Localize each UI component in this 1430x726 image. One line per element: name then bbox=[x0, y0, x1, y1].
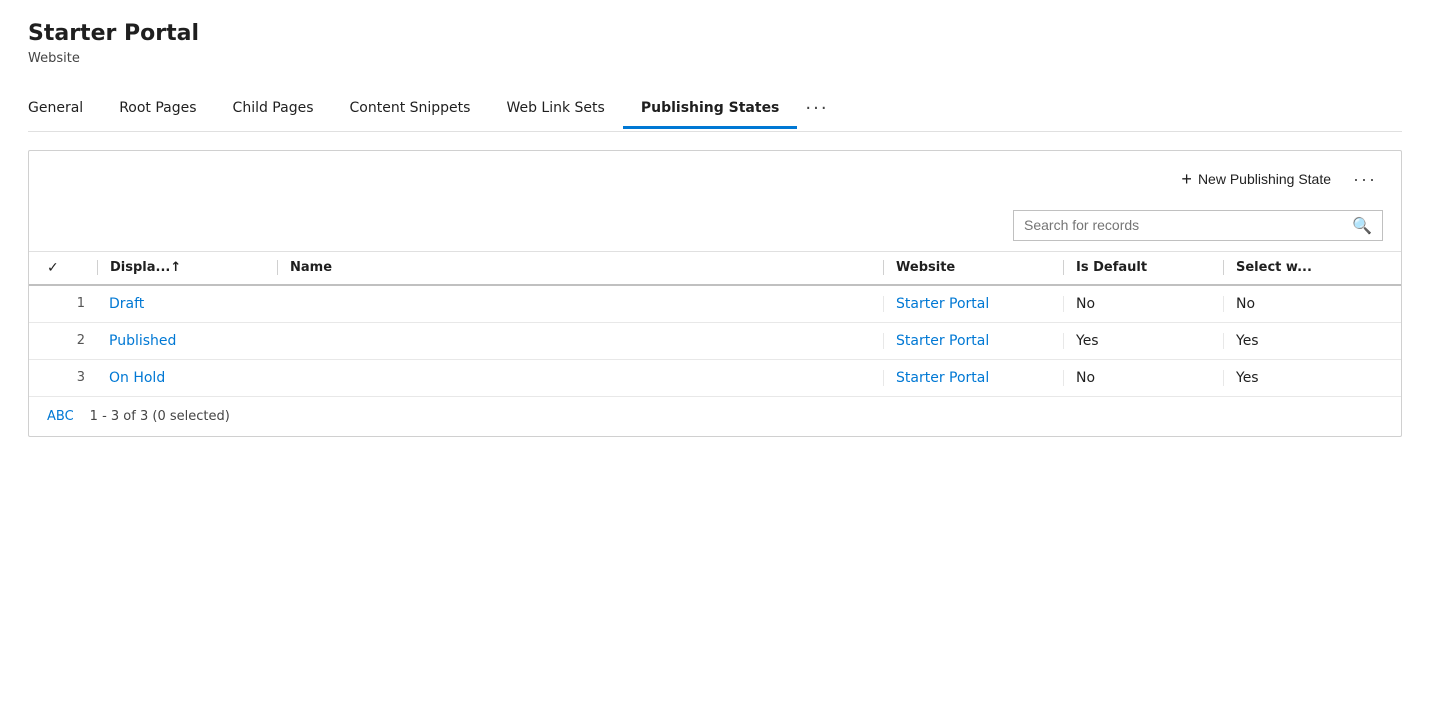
col-website-label: Website bbox=[896, 260, 955, 275]
col-isdefault-label: Is Default bbox=[1076, 260, 1147, 275]
page-title: Starter Portal bbox=[28, 20, 1402, 49]
col-name-label: Name bbox=[290, 260, 332, 275]
col-selectw-label: Select w... bbox=[1236, 260, 1312, 275]
panel-footer: ABC 1 - 3 of 3 (0 selected) bbox=[29, 397, 1401, 436]
col-header-display[interactable]: Displa...↑ bbox=[97, 260, 277, 275]
row-number: 2 bbox=[47, 333, 97, 348]
row-website-link[interactable]: Starter Portal bbox=[883, 370, 1063, 386]
row-name-link[interactable]: Draft bbox=[97, 296, 277, 312]
row-number: 1 bbox=[47, 296, 97, 311]
select-all-check[interactable]: ✓ bbox=[47, 260, 59, 276]
page-subtitle: Website bbox=[28, 51, 1402, 66]
new-publishing-state-button[interactable]: + New Publishing State bbox=[1175, 165, 1337, 194]
table-row: 1 Draft Starter Portal No No bbox=[29, 286, 1401, 323]
tab-more-button[interactable]: ··· bbox=[797, 88, 836, 132]
row-name-link[interactable]: On Hold bbox=[97, 370, 277, 386]
panel-toolbar: + New Publishing State ··· bbox=[29, 151, 1401, 204]
row-is-default: No bbox=[1063, 370, 1223, 386]
col-header-name[interactable]: Name bbox=[277, 260, 883, 275]
tab-web-link-sets[interactable]: Web Link Sets bbox=[488, 90, 622, 129]
table-row: 3 On Hold Starter Portal No Yes bbox=[29, 360, 1401, 397]
tab-general[interactable]: General bbox=[28, 90, 101, 129]
row-name-link[interactable]: Published bbox=[97, 333, 277, 349]
alphabet-filter[interactable]: ABC bbox=[47, 409, 74, 424]
search-icon[interactable]: 🔍 bbox=[1352, 216, 1372, 235]
new-button-label: New Publishing State bbox=[1198, 171, 1331, 187]
row-select-w: No bbox=[1223, 296, 1383, 312]
table-body: 1 Draft Starter Portal No No 2 Published… bbox=[29, 286, 1401, 397]
col-header-website[interactable]: Website bbox=[883, 260, 1063, 275]
row-website-link[interactable]: Starter Portal bbox=[883, 333, 1063, 349]
col-header-select-w[interactable]: Select w... bbox=[1223, 260, 1383, 275]
row-select-w: Yes bbox=[1223, 333, 1383, 349]
record-count: 1 - 3 of 3 (0 selected) bbox=[90, 409, 230, 424]
col-header-check: ✓ bbox=[47, 260, 97, 276]
content-panel: + New Publishing State ··· 🔍 ✓ Displa...… bbox=[28, 150, 1402, 437]
search-box: 🔍 bbox=[1013, 210, 1383, 241]
tab-child-pages[interactable]: Child Pages bbox=[215, 90, 332, 129]
search-input[interactable] bbox=[1024, 217, 1352, 233]
col-header-is-default[interactable]: Is Default bbox=[1063, 260, 1223, 275]
row-number: 3 bbox=[47, 370, 97, 385]
records-table: ✓ Displa...↑ Name Website Is Default Sel… bbox=[29, 252, 1401, 397]
plus-icon: + bbox=[1181, 169, 1192, 190]
row-website-link[interactable]: Starter Portal bbox=[883, 296, 1063, 312]
table-header-row: ✓ Displa...↑ Name Website Is Default Sel… bbox=[29, 252, 1401, 286]
row-is-default: Yes bbox=[1063, 333, 1223, 349]
tab-content-snippets[interactable]: Content Snippets bbox=[332, 90, 489, 129]
tab-publishing-states[interactable]: Publishing States bbox=[623, 90, 798, 129]
row-is-default: No bbox=[1063, 296, 1223, 312]
search-row: 🔍 bbox=[29, 204, 1401, 252]
tab-root-pages[interactable]: Root Pages bbox=[101, 90, 214, 129]
tab-nav: General Root Pages Child Pages Content S… bbox=[28, 88, 1402, 132]
toolbar-more-button[interactable]: ··· bbox=[1347, 165, 1383, 194]
col-display-label: Displa...↑ bbox=[110, 260, 181, 275]
row-select-w: Yes bbox=[1223, 370, 1383, 386]
table-row: 2 Published Starter Portal Yes Yes bbox=[29, 323, 1401, 360]
